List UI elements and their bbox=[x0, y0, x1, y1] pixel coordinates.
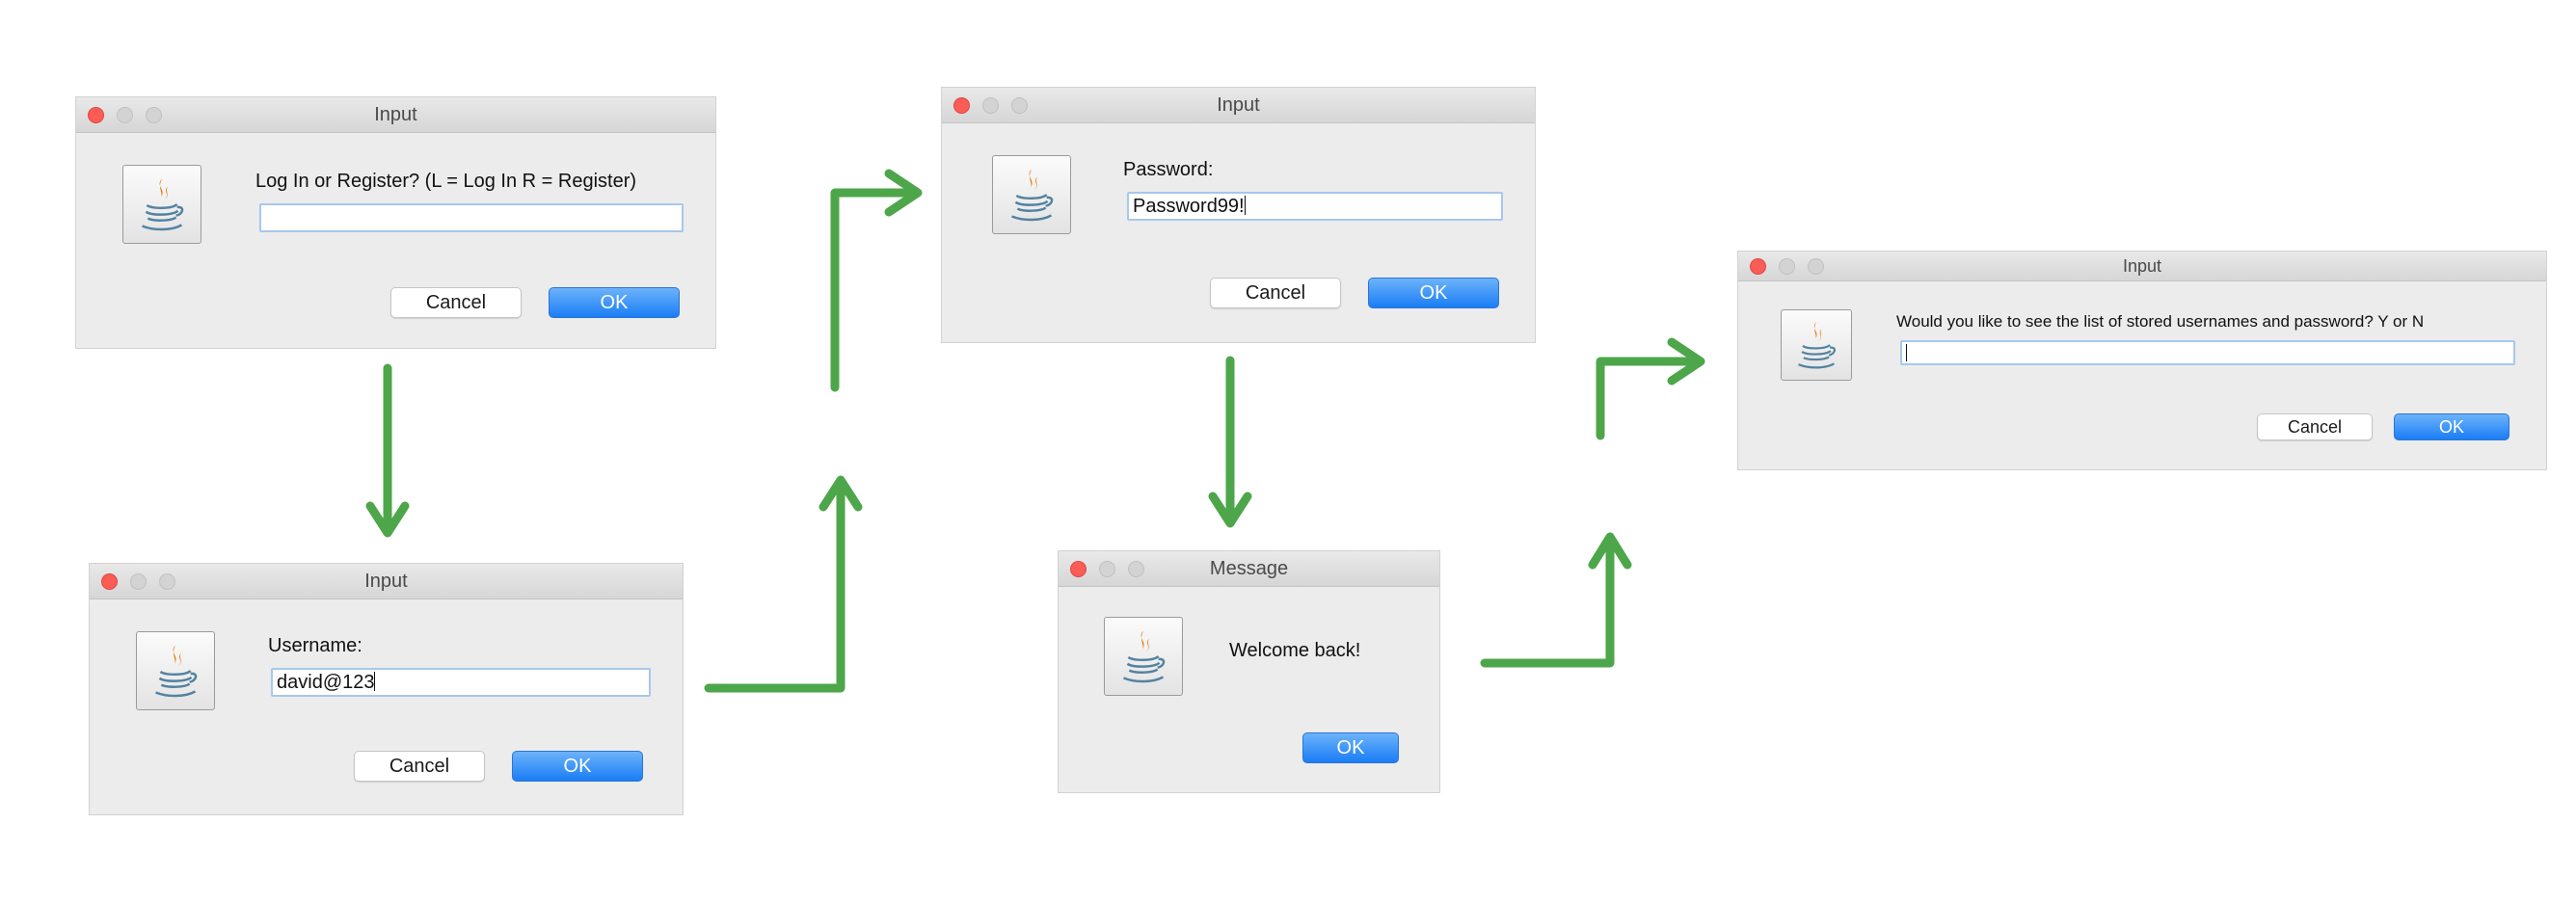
flow-arrows bbox=[365, 169, 1705, 693]
flow-arrow-right-1 bbox=[830, 169, 923, 392]
flow-arrow-right-2 bbox=[1596, 337, 1705, 440]
flow-arrow-down-1 bbox=[365, 363, 410, 538]
flow-arrow-up-1 bbox=[704, 475, 863, 693]
flow-arrow-up-2 bbox=[1480, 532, 1632, 668]
flow-arrow-down-2 bbox=[1208, 356, 1252, 528]
